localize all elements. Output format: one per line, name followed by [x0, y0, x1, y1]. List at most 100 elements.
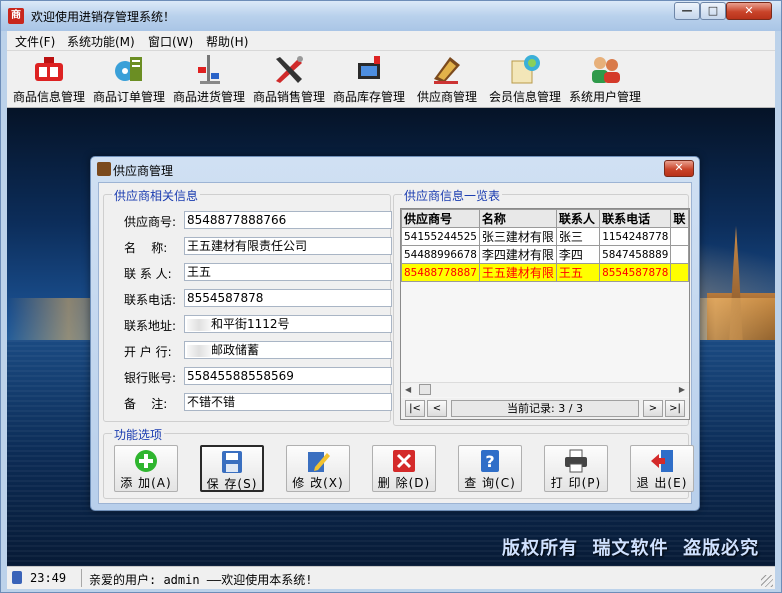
app-icon: 商	[8, 8, 24, 24]
phone-input[interactable]: 8554587878	[184, 289, 392, 307]
edit-button[interactable]: 修 改(X)	[286, 445, 350, 492]
group-title: 功能选项	[112, 426, 165, 443]
product-info-icon	[32, 53, 66, 85]
button-label: 保 存(S)	[206, 477, 258, 491]
print-button[interactable]: 打 印(P)	[544, 445, 608, 492]
menu-window[interactable]: 窗口(W)	[148, 33, 193, 50]
toolbar-inventory[interactable]: 商品库存管理	[329, 53, 409, 105]
bank-input[interactable]: 邮政储蓄	[184, 341, 392, 359]
bank-value: 邮政储蓄	[211, 343, 260, 357]
field-label: 开 户 行:	[124, 345, 172, 359]
maximize-icon: □	[707, 4, 719, 17]
table-cell[interactable]	[670, 227, 689, 246]
contact-input[interactable]: 王五	[184, 263, 392, 281]
field-contact: 联 系 人: 王五	[114, 263, 394, 281]
address-input[interactable]: 和平街1112号	[184, 315, 392, 333]
table-cell[interactable]: 54488996678	[401, 245, 480, 264]
toolbar-label: 商品库存管理	[332, 90, 405, 104]
add-button[interactable]: 添 加(A)	[114, 445, 178, 492]
field-account: 银行账号: 55845588558569	[114, 367, 394, 385]
first-record-button[interactable]: |<	[405, 400, 425, 417]
member-icon	[508, 53, 542, 85]
button-label: 退 出(E)	[636, 476, 688, 490]
exit-icon	[649, 449, 675, 473]
exit-button[interactable]: 退 出(E)	[630, 445, 694, 492]
column-header[interactable]: 供应商号	[401, 209, 480, 228]
toolbar-label: 商品销售管理	[252, 90, 325, 104]
menu-system-functions[interactable]: 系统功能(M)	[67, 33, 135, 50]
menu-help[interactable]: 帮助(H)	[206, 33, 248, 50]
table-cell[interactable]: 李四建材有限	[478, 245, 557, 264]
inventory-icon	[352, 53, 386, 85]
column-header[interactable]: 联	[670, 209, 689, 228]
name-input[interactable]: 王五建材有限责任公司	[184, 237, 392, 255]
purchase-icon	[192, 53, 226, 85]
address-value: 和平街1112号	[211, 317, 290, 331]
dialog-title: 供应商管理	[113, 164, 174, 178]
table-row[interactable]: 54155244525 张三建材有限 张三 1154248778	[401, 227, 689, 246]
record-caption: 当前记录: 3 / 3	[451, 400, 639, 417]
supplier-id-input[interactable]: 8548877888766	[184, 211, 392, 229]
column-header[interactable]: 名称	[478, 209, 557, 228]
query-button[interactable]: ? 查 询(C)	[458, 445, 522, 492]
table-cell[interactable]: 张三	[555, 227, 601, 246]
remark-input[interactable]: 不错不错	[184, 393, 392, 411]
column-header[interactable]: 联系电话	[599, 209, 672, 228]
field-phone: 联系电话: 8554587878	[114, 289, 394, 307]
dialog-close-button[interactable]: ✕	[664, 160, 694, 177]
toolbar-member[interactable]: 会员信息管理	[485, 53, 565, 105]
button-label: 查 询(C)	[464, 476, 516, 490]
minimize-button[interactable]: —	[674, 2, 700, 20]
table-cell[interactable]: 李四	[555, 245, 601, 264]
table-cell[interactable]: 85488778887	[401, 263, 480, 282]
prev-record-button[interactable]: <	[427, 400, 447, 417]
scroll-left-icon[interactable]: ◀	[405, 385, 411, 394]
button-label: 添 加(A)	[120, 476, 172, 490]
column-header[interactable]: 联系人	[555, 209, 601, 228]
svg-text:?: ?	[485, 452, 494, 471]
table-cell[interactable]	[670, 263, 689, 282]
table-cell[interactable]: 8554587878	[599, 263, 672, 282]
copyright-part: 版权所有	[502, 538, 578, 559]
dialog-body: 供应商相关信息 供应商号: 8548877888766 名 称: 王五建材有限责…	[98, 182, 694, 504]
title-bar[interactable]: 商 欢迎使用进销存管理系统！ — □ ✕	[1, 1, 781, 31]
scroll-thumb[interactable]	[419, 384, 431, 395]
table-cell[interactable]: 王五	[555, 263, 601, 282]
table-cell[interactable]: 54155244525	[401, 227, 480, 246]
toolbar-purchase[interactable]: 商品进货管理	[169, 53, 249, 105]
toolbar-order[interactable]: 商品订单管理	[89, 53, 169, 105]
menu-bar: 文件(F) 系统功能(M) 窗口(W) 帮助(H)	[7, 31, 775, 51]
scroll-right-icon[interactable]: ▶	[679, 385, 685, 394]
toolbar: 商品信息管理 商品订单管理 商品进货管理 商品销售管理 商品库存管理 供应商管理…	[7, 51, 775, 108]
copyright-text: 版权所有 瑞文软件 盗版必究	[502, 534, 759, 560]
delete-button[interactable]: 删 除(D)	[372, 445, 436, 492]
table-cell[interactable]: 王五建材有限	[478, 263, 557, 282]
last-record-button[interactable]: >|	[665, 400, 685, 417]
next-record-button[interactable]: >	[643, 400, 663, 417]
edit-icon	[305, 449, 331, 473]
save-button[interactable]: 保 存(S)	[200, 445, 264, 492]
resize-grip[interactable]	[761, 575, 773, 587]
button-label: 删 除(D)	[377, 476, 431, 490]
field-label: 联系电话:	[124, 293, 177, 307]
toolbar-product-info[interactable]: 商品信息管理	[9, 53, 89, 105]
table-cell[interactable]	[670, 245, 689, 264]
toolbar-label: 系统用户管理	[568, 90, 641, 104]
toolbar-sales[interactable]: 商品销售管理	[249, 53, 329, 105]
table-cell[interactable]: 1154248778	[599, 227, 672, 246]
maximize-button[interactable]: □	[700, 2, 726, 20]
supplier-dialog: 供应商管理 ✕ 供应商相关信息 供应商号: 8548877888766 名 称:…	[90, 156, 700, 511]
toolbar-system-user[interactable]: 系统用户管理	[565, 53, 645, 105]
horizontal-scrollbar[interactable]: ◀ ▶	[401, 382, 689, 397]
table-row[interactable]: 54488996678 李四建材有限 李四 5847458889	[401, 245, 689, 264]
account-input[interactable]: 55845588558569	[184, 367, 392, 385]
status-time: 23:49	[30, 571, 67, 585]
table-row-selected[interactable]: 85488778887 王五建材有限 王五 8554587878	[401, 263, 689, 282]
field-label: 名 称:	[124, 241, 168, 255]
menu-file[interactable]: 文件(F)	[15, 33, 55, 50]
toolbar-supplier[interactable]: 供应商管理	[409, 53, 485, 105]
table-cell[interactable]: 张三建材有限	[478, 227, 557, 246]
table-cell[interactable]: 5847458889	[599, 245, 672, 264]
close-button[interactable]: ✕	[726, 2, 772, 20]
status-clock-icon	[12, 571, 22, 584]
